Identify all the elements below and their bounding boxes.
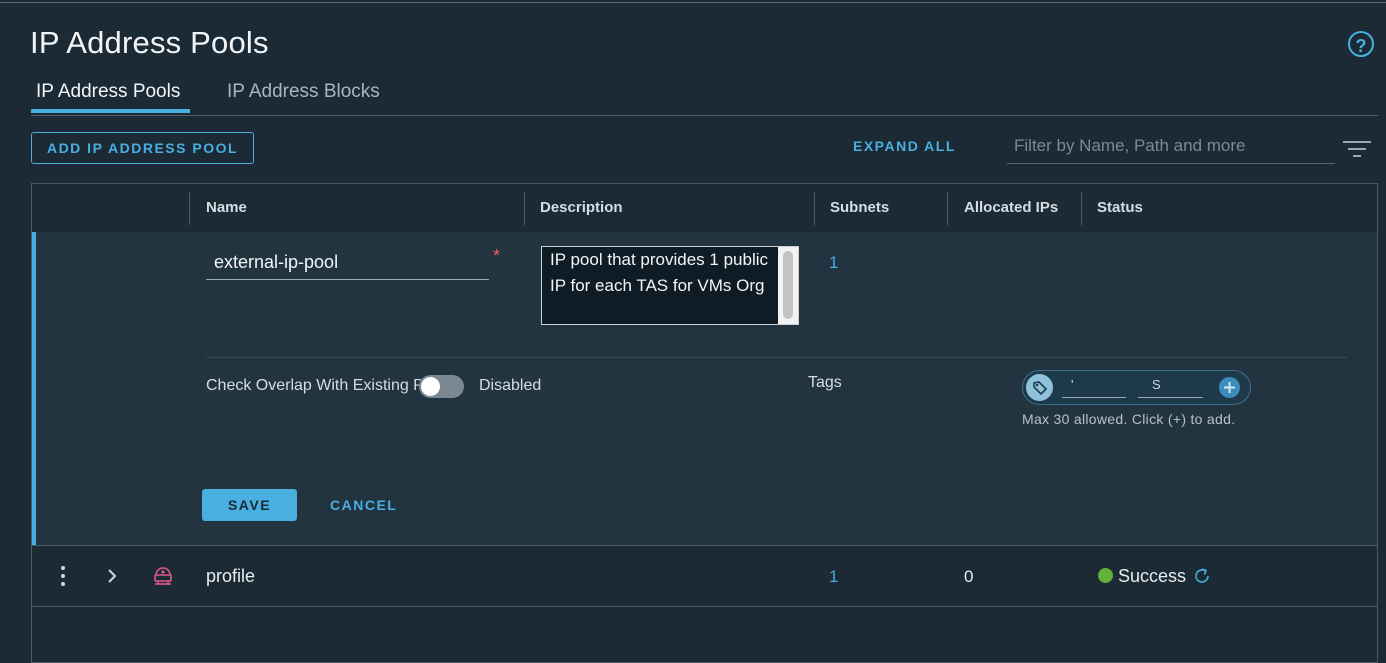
column-header-description[interactable]: Description: [540, 199, 623, 216]
status-text: Success: [1118, 566, 1187, 586]
tab-bar: IP Address Pools IP Address Blocks: [31, 78, 1378, 116]
cancel-button[interactable]: CANCEL: [330, 497, 397, 513]
allocated-ips-count: 0: [964, 567, 974, 586]
description-textarea[interactable]: IP pool that provides 1 public IP for ea…: [542, 247, 778, 324]
tags-hint: Max 30 allowed. Click (+) to add.: [1022, 411, 1236, 427]
subnets-count-link[interactable]: 1: [829, 253, 838, 273]
column-separator[interactable]: [814, 192, 815, 225]
tags-label: Tags: [808, 374, 842, 391]
ip-pool-icon: [154, 567, 172, 585]
pool-name-input[interactable]: [206, 248, 492, 277]
column-separator[interactable]: [524, 192, 525, 225]
tag-value-input[interactable]: S: [1138, 378, 1203, 398]
save-button[interactable]: SAVE: [202, 489, 297, 521]
tab-ip-address-pools[interactable]: IP Address Pools: [36, 81, 180, 103]
tag-scope-input[interactable]: ': [1062, 378, 1126, 398]
page-title: IP Address Pools: [30, 25, 269, 60]
edit-row-accent: [32, 232, 36, 545]
filter-field: [1007, 132, 1341, 164]
filter-input[interactable]: [1007, 132, 1341, 160]
kebab-menu-icon[interactable]: [59, 564, 67, 588]
section-divider: [206, 357, 1347, 358]
tab-ip-address-blocks[interactable]: IP Address Blocks: [227, 81, 380, 103]
column-separator[interactable]: [947, 192, 948, 225]
add-tag-icon[interactable]: [1219, 377, 1240, 398]
expand-all-button[interactable]: EXPAND ALL: [853, 138, 956, 154]
table-row: profile 1 0 Success: [32, 546, 1377, 607]
tag-icon: [1026, 374, 1053, 401]
filter-icon[interactable]: [1342, 139, 1372, 159]
check-overlap-label: Check Overlap With Existing Pools: [206, 377, 454, 394]
column-header-subnets[interactable]: Subnets: [830, 199, 889, 216]
check-overlap-toggle[interactable]: [419, 375, 464, 398]
column-separator[interactable]: [1081, 192, 1082, 225]
add-ip-address-pool-button[interactable]: ADD IP ADDRESS POOL: [31, 132, 254, 164]
active-tab-indicator: [31, 109, 190, 113]
help-icon[interactable]: ?: [1348, 31, 1374, 57]
edit-pool-row: * IP pool that provides 1 public IP for …: [32, 232, 1377, 546]
scrollbar-thumb[interactable]: [783, 251, 793, 319]
status-success-dot: [1098, 568, 1113, 583]
description-field: IP pool that provides 1 public IP for ea…: [541, 246, 799, 325]
subnets-count-link[interactable]: 1: [829, 567, 838, 587]
column-header-status[interactable]: Status: [1097, 199, 1143, 216]
column-header-allocated-ips[interactable]: Allocated IPs: [964, 199, 1058, 216]
column-separator[interactable]: [189, 192, 190, 225]
description-scrollbar[interactable]: [778, 247, 798, 324]
refresh-icon[interactable]: [1192, 566, 1212, 586]
chevron-right-icon[interactable]: [106, 566, 118, 586]
tag-input-group: ' S: [1022, 370, 1251, 405]
column-header-name[interactable]: Name: [206, 199, 247, 216]
ip-pools-datagrid: Name Description Subnets Allocated IPs S…: [31, 183, 1378, 663]
toggle-knob: [421, 377, 440, 396]
pool-name-field: [206, 248, 492, 280]
required-indicator: *: [493, 246, 501, 266]
table-header: Name Description Subnets Allocated IPs S…: [32, 184, 1377, 233]
pool-name[interactable]: profile: [206, 566, 255, 587]
check-overlap-state: Disabled: [479, 377, 542, 394]
top-divider: [0, 2, 1386, 3]
